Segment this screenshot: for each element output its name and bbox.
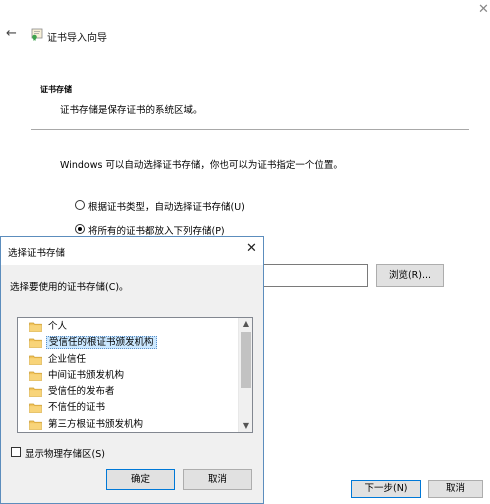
radio-auto-select[interactable]	[75, 200, 85, 210]
folder-icon	[29, 370, 42, 381]
store-item-label: 不信任的证书	[48, 402, 106, 414]
folder-icon	[29, 321, 42, 332]
store-tree[interactable]: 个人受信任的根证书颁发机构 企业信任中间证书颁发机构 受信任的发布者 不信任的证书第三…	[17, 317, 253, 433]
radio-place-all[interactable]	[75, 224, 85, 234]
dialog-title: 选择证书存储	[8, 248, 66, 259]
store-item-label: 受信任的根证书颁发机构	[46, 336, 157, 350]
folder-icon	[29, 386, 42, 398]
store-item[interactable]: 中间证书颁发机构	[18, 368, 238, 384]
ok-button[interactable]: 确定	[106, 469, 175, 490]
show-physical-label[interactable]: 显示物理存储区(S)	[25, 446, 105, 460]
next-button[interactable]: 下一步(N)	[351, 480, 421, 498]
wizard-close-icon[interactable]: ✕	[478, 3, 490, 16]
radio-auto-label[interactable]: 根据证书类型，自动选择证书存储(U)	[88, 199, 245, 213]
section-title: 证书存储	[40, 85, 72, 94]
store-description: Windows 可以自动选择证书存储，你也可以为证书指定一个位置。	[60, 160, 343, 171]
store-item[interactable]: 第三方根证书颁发机构	[18, 417, 238, 432]
store-item[interactable]: 不信任的证书	[18, 400, 238, 416]
dialog-titlebar: 选择证书存储 ✕	[1, 237, 263, 265]
dialog-close-icon[interactable]: ✕	[246, 242, 257, 256]
store-item-label: 第三方根证书颁发机构	[48, 418, 144, 430]
certificate-store-field[interactable]	[258, 264, 368, 287]
store-list: 个人受信任的根证书颁发机构 企业信任中间证书颁发机构 受信任的发布者 不信任的证书第三…	[18, 319, 238, 432]
folder-icon	[29, 419, 42, 430]
radio-place-all-label[interactable]: 将所有的证书都放入下列存储(P)	[88, 223, 225, 237]
scroll-down-arrow-icon[interactable]: ▼	[239, 420, 252, 432]
scroll-up-arrow-icon[interactable]: ▲	[239, 318, 252, 330]
store-item[interactable]: 受信任的根证书颁发机构	[18, 335, 238, 351]
wizard-cancel-button[interactable]: 取消	[428, 480, 483, 498]
section-subtitle: 证书存储是保存证书的系统区域。	[60, 105, 203, 116]
wizard-title: 证书导入向导	[47, 33, 107, 44]
header-divider	[31, 129, 469, 130]
store-item-label: 企业信任	[48, 353, 87, 365]
show-physical-checkbox[interactable]	[11, 447, 21, 457]
dialog-cancel-button[interactable]: 取消	[183, 469, 252, 490]
store-item[interactable]: 受信任的发布者	[18, 384, 238, 400]
scroll-thumb[interactable]	[241, 332, 251, 388]
store-item-label: 个人	[48, 321, 68, 332]
store-item[interactable]: 个人	[18, 319, 238, 335]
folder-icon	[29, 402, 42, 414]
back-arrow-icon[interactable]: ←	[6, 27, 17, 41]
dialog-prompt: 选择要使用的证书存储(C)。	[10, 282, 129, 293]
select-store-dialog: 选择证书存储 ✕ 选择要使用的证书存储(C)。 个人受信任的根证书颁发机构 企业信…	[0, 236, 264, 504]
tree-scrollbar[interactable]: ▲ ▼	[238, 318, 252, 432]
browse-button[interactable]: 浏览(R)...	[376, 264, 444, 287]
folder-icon	[29, 337, 42, 349]
store-item-label: 受信任的发布者	[48, 386, 115, 398]
certificate-icon	[31, 28, 43, 41]
store-item[interactable]: 企业信任	[18, 352, 238, 368]
folder-icon	[29, 354, 42, 365]
store-item-label: 中间证书颁发机构	[48, 369, 125, 381]
